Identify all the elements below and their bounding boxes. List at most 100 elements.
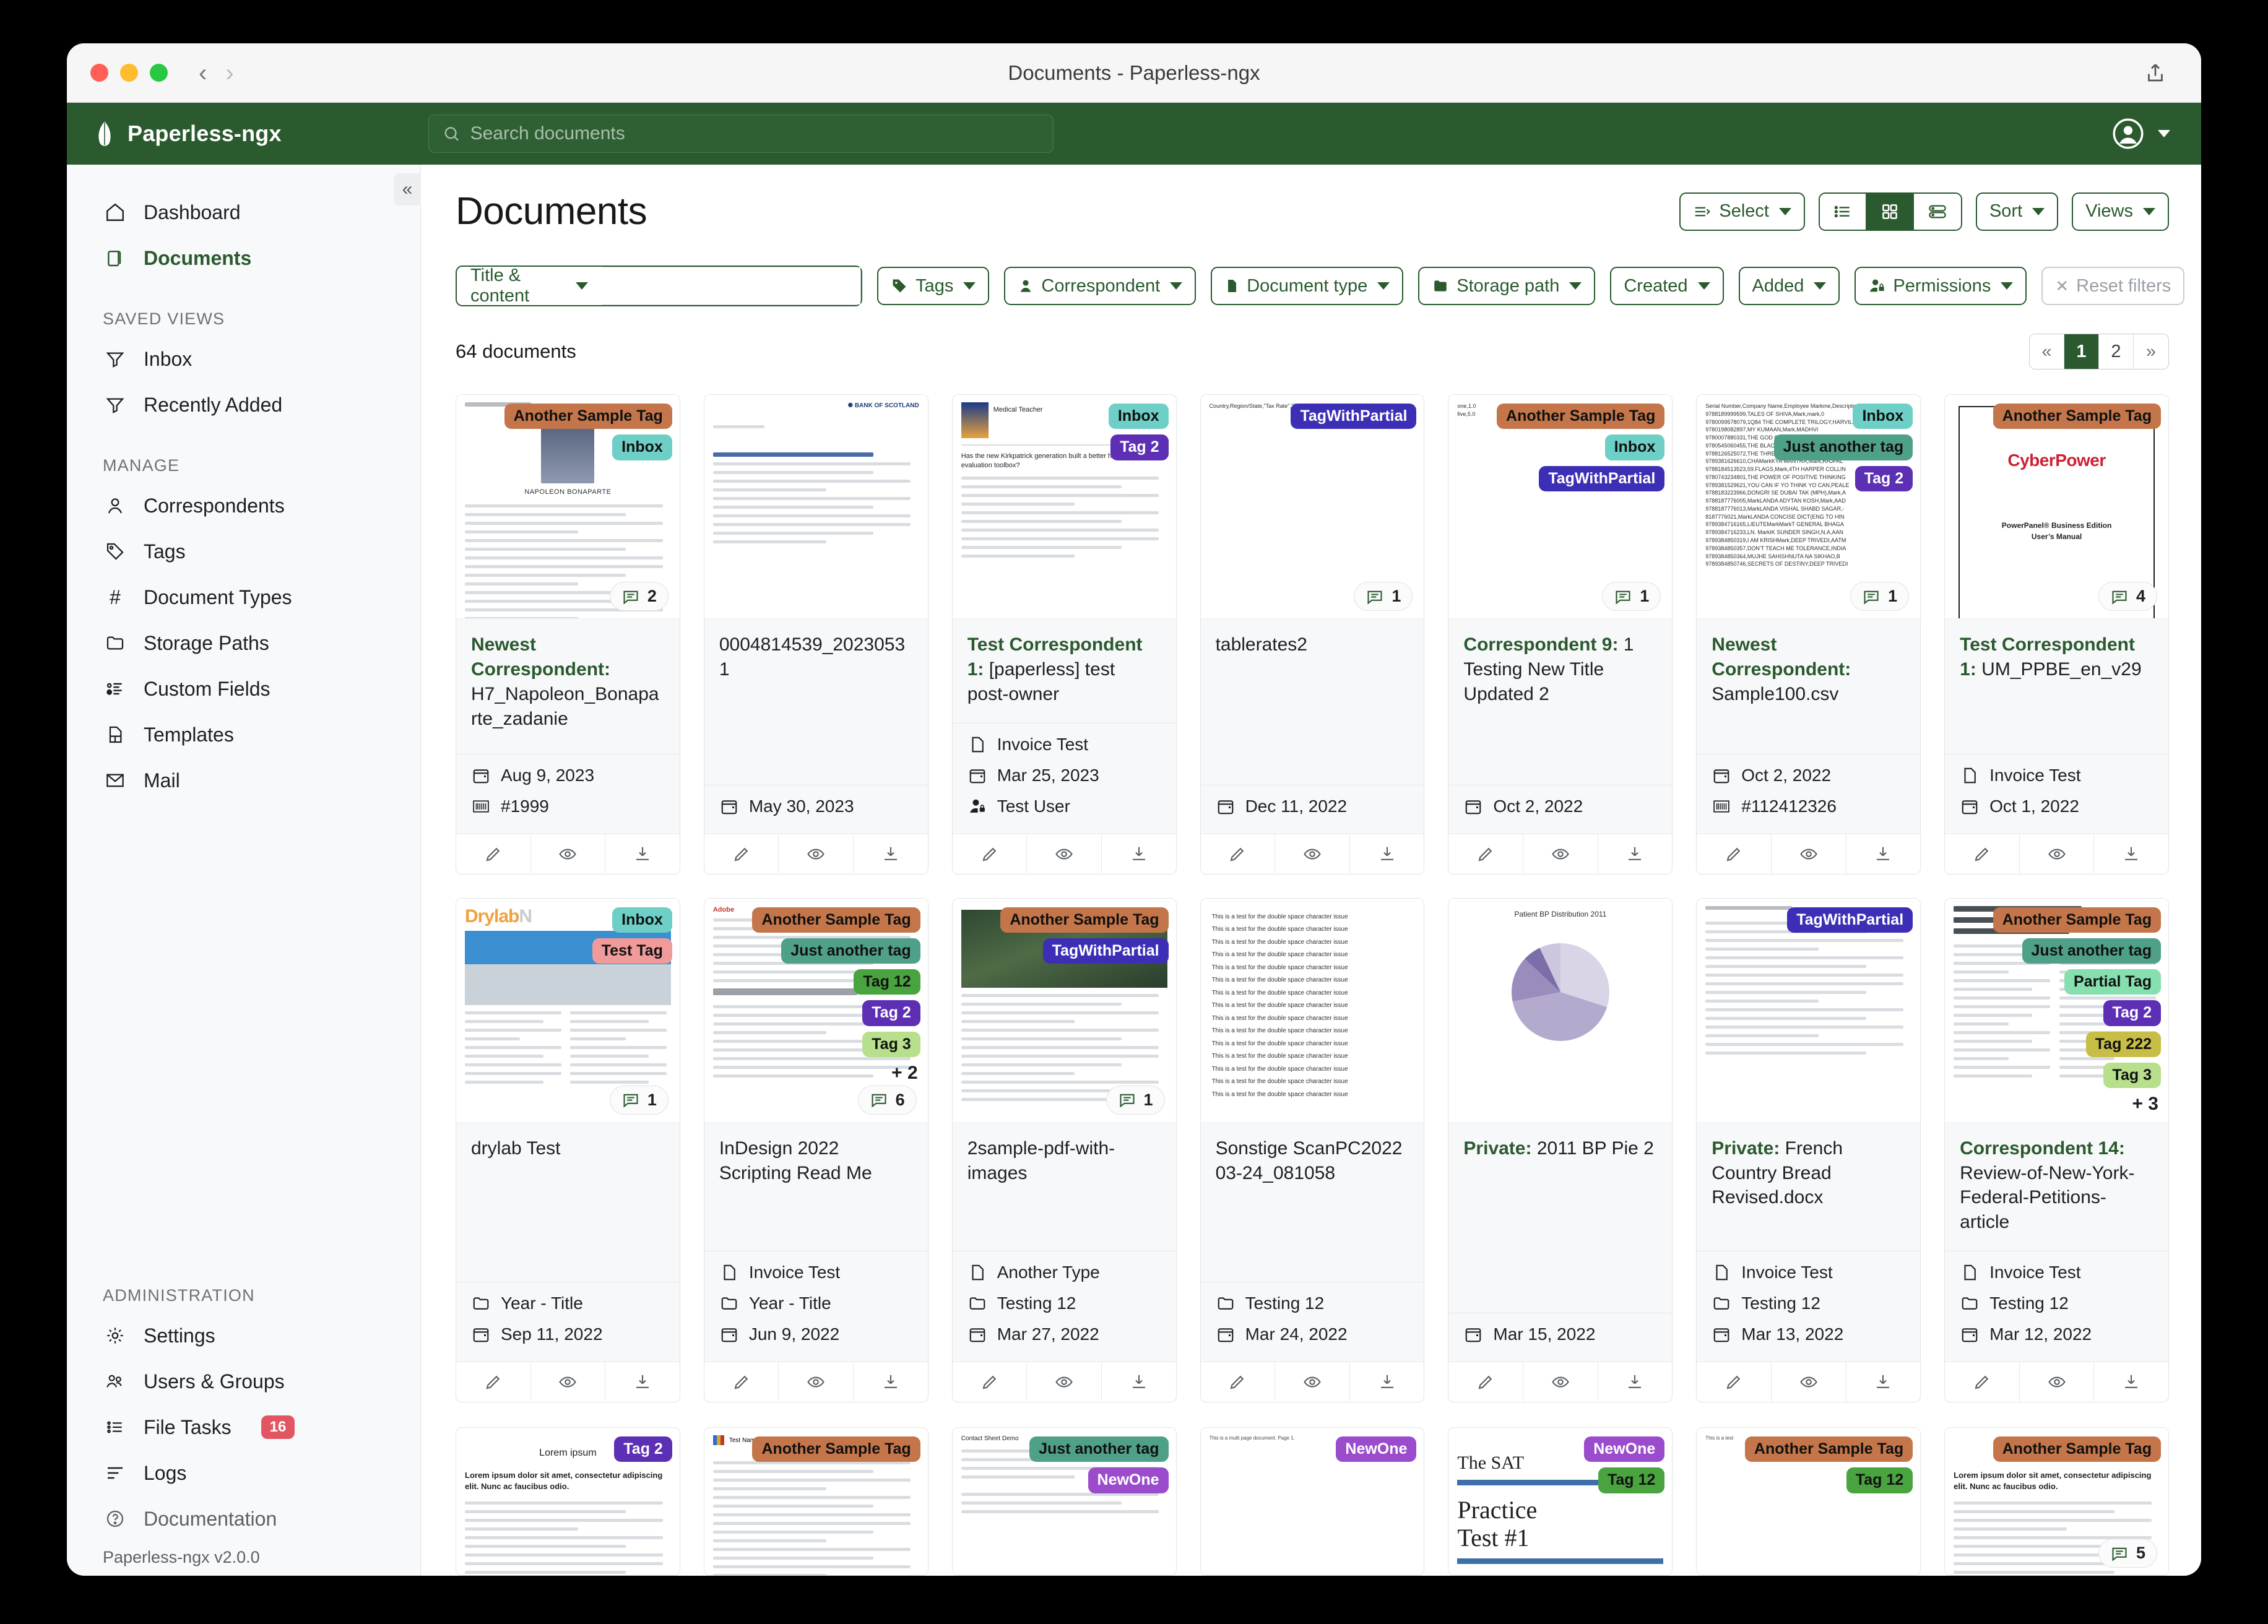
view-mode-group[interactable] [1818,192,1962,231]
document-thumbnail[interactable]: Country,Region/State,"Tax Rate","Zone Na… [1200,395,1424,619]
edit-button[interactable] [704,834,779,874]
document-card[interactable]: Serial Number,Company Name,Employee Mark… [1696,394,1921,875]
document-tag[interactable]: Another Sample Tag [504,404,672,430]
document-card[interactable]: Another Sample Tag TagWithPartial 1 2sample… [951,897,1177,1403]
preview-button[interactable] [2020,834,2095,874]
document-tag[interactable]: Tag 2 [1110,434,1169,460]
document-tag[interactable]: TagWithPartial [1539,465,1665,491]
sidebar-item-documents[interactable]: Documents [67,235,420,281]
edit-button[interactable] [1945,834,2020,874]
sidebar-item-recently-added[interactable]: Recently Added [67,382,420,428]
search-input[interactable] [470,123,1039,144]
pagination-page-1[interactable]: 1 [2064,334,2099,369]
document-thumbnail[interactable]: DrylabN Inbox Test Tag 1 [456,898,680,1123]
document-card[interactable]: Test Name Another Sample Tag [703,1427,928,1576]
comment-count-pill[interactable]: 1 [1354,582,1413,611]
document-thumbnail[interactable]: Lorem ipsumLorem ipsum dolor sit amet, c… [1945,1428,2168,1576]
comment-count-pill[interactable]: 1 [1106,1085,1165,1115]
download-button[interactable] [605,1362,680,1402]
document-tag[interactable]: Another Sample Tag [1000,907,1169,933]
filter-created-button[interactable]: Created [1610,267,1724,305]
edit-button[interactable] [1201,1362,1276,1402]
document-thumbnail[interactable]: one,1.0 five,5.0 Another Sample Tag Inbox Ta… [1448,395,1673,619]
preview-button[interactable] [1772,834,1846,874]
preview-button[interactable] [1027,1362,1102,1402]
document-tag[interactable]: Tag 12 [1846,1467,1913,1493]
download-button[interactable] [1102,1362,1176,1402]
sidebar-item-templates[interactable]: Templates [67,712,420,758]
document-card[interactable]: DrylabN Inbox Test Tag 1 drylab Test Year - T… [456,897,680,1403]
document-thumbnail[interactable]: Medical Teacher Has the new Kirkpatrick g… [952,395,1176,619]
document-tag[interactable]: TagWithPartial [1787,907,1913,933]
document-card[interactable]: Lorem ipsumLorem ipsum dolor sit amet, c… [456,1427,680,1576]
document-tag[interactable]: Inbox [1853,404,1913,430]
document-thumbnail[interactable]: Lorem ipsumLorem ipsum dolor sit amet, c… [456,1428,680,1576]
preview-button[interactable] [1772,1362,1846,1402]
document-tag[interactable]: TagWithPartial [1291,404,1417,430]
edit-button[interactable] [1448,834,1524,874]
views-button[interactable]: Views [2072,192,2169,231]
sidebar-item-logs[interactable]: Logs [67,1450,420,1496]
preview-button[interactable] [1523,834,1598,874]
edit-button[interactable] [1448,1362,1524,1402]
document-tag[interactable]: Inbox [1604,434,1665,460]
document-thumbnail[interactable]: Adobe Another Sample Tag Just another tag T… [704,898,928,1123]
download-button[interactable] [854,834,928,874]
preview-button[interactable] [1275,1362,1350,1402]
preview-button[interactable] [2020,1362,2095,1402]
download-button[interactable] [1350,834,1424,874]
document-tag[interactable]: Tag 3 [862,1031,920,1057]
edit-button[interactable] [456,834,531,874]
document-tag[interactable]: Tag 2 [614,1436,672,1462]
download-button[interactable] [1846,834,1921,874]
grid-view-button[interactable] [1866,193,1914,230]
document-card[interactable]: Medical Teacher Has the new Kirkpatrick g… [951,394,1177,875]
document-thumbnail[interactable]: Another Sample Tag Just another tag Partia… [1945,898,2168,1123]
filter-tags-button[interactable]: Tags [877,267,990,305]
document-card[interactable]: Patient BP Distribution 2011 Private: 201… [1448,897,1673,1403]
edit-button[interactable] [953,834,1028,874]
title-content-input[interactable] [602,267,861,304]
collapse-sidebar-button[interactable]: « [394,173,421,205]
document-thumbnail[interactable]: Test Name Another Sample Tag [704,1428,928,1576]
document-card[interactable]: This is a test for the double space char… [1200,897,1425,1403]
brand[interactable]: Paperless-ngx [94,120,428,147]
document-thumbnail[interactable]: This is a test for the double space char… [1200,898,1424,1123]
title-content-dropdown[interactable]: Title & content [457,266,602,306]
select-button[interactable]: Select [1679,192,1805,231]
document-card[interactable]: This is a multi page document. Page 1. Ne… [1200,1427,1425,1576]
document-thumbnail[interactable]: This is a multi page document. Page 1. Ne… [1200,1428,1424,1576]
edit-button[interactable] [1697,834,1772,874]
filter-permissions-button[interactable]: Permissions [1855,267,2027,305]
chevron-down-icon[interactable] [2158,130,2170,137]
sidebar-item-dashboard[interactable]: Dashboard [67,189,420,235]
document-tag[interactable]: Another Sample Tag [1993,1436,2161,1462]
document-card[interactable]: Contact Sheet Demo Just another tag NewOne [951,1427,1177,1576]
avatar-icon[interactable] [2112,118,2144,150]
document-card[interactable]: Adobe Another Sample Tag Just another tag T… [703,897,928,1403]
document-tag[interactable]: NewOne [1336,1436,1417,1462]
sidebar-item-inbox[interactable]: Inbox [67,336,420,382]
document-card[interactable]: Another Sample Tag Just another tag Partia… [1944,897,2169,1403]
filter-document-type-button[interactable]: Document type [1211,267,1404,305]
comment-count-pill[interactable]: 2 [609,582,669,611]
document-thumbnail[interactable]: The SATPracticeTest #1Make time to take … [1448,1428,1673,1576]
document-tag[interactable]: Another Sample Tag [1993,404,2161,430]
document-thumbnail[interactable]: Patient BP Distribution 2011 [1448,898,1673,1123]
title-content-filter[interactable]: Title & content [456,266,863,306]
document-tag[interactable]: Another Sample Tag [1993,907,2161,933]
document-card[interactable]: CyberPower PowerPanel® Business Edition Us… [1944,394,2169,875]
document-tag[interactable]: NewOne [1584,1436,1665,1462]
preview-button[interactable] [779,1362,854,1402]
document-thumbnail[interactable]: Another Sample Tag TagWithPartial 1 [952,898,1176,1123]
document-card[interactable]: This is a test Another Sample Tag Tag 12 [1696,1427,1921,1576]
download-button[interactable] [2094,1362,2168,1402]
edit-button[interactable] [953,1362,1028,1402]
document-thumbnail[interactable]: Serial Number,Company Name,Employee Mark… [1697,395,1921,619]
sidebar-item-storage-paths[interactable]: Storage Paths [67,620,420,666]
document-tag[interactable]: Partial Tag [2064,969,2161,995]
edit-button[interactable] [1945,1362,2020,1402]
sidebar-item-custom-fields[interactable]: Custom Fields [67,666,420,712]
document-card[interactable]: one,1.0 five,5.0 Another Sample Tag Inbox Ta… [1448,394,1673,875]
document-tag[interactable]: Inbox [612,434,672,460]
